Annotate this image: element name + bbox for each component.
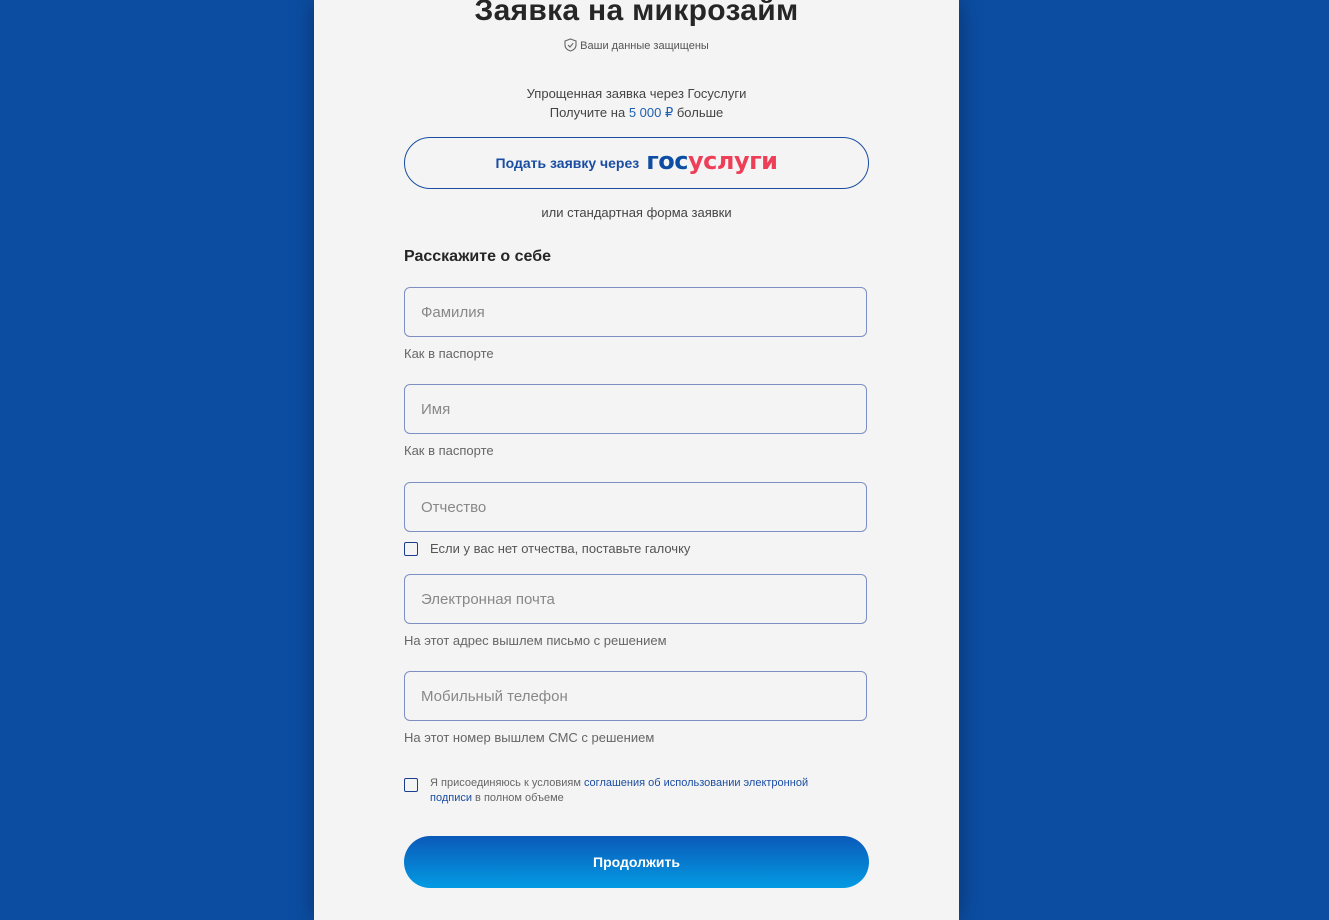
- surname-field[interactable]: [404, 287, 867, 337]
- promo-line-2: Получите на 5 000 ₽ больше: [314, 103, 959, 122]
- gosuslugi-apply-button[interactable]: Подать заявку через госуслуги: [404, 137, 869, 189]
- continue-button-label: Продолжить: [593, 854, 680, 870]
- email-hint: На этот адрес вышлем письмо с решением: [404, 633, 667, 648]
- secure-note: Ваши данные защищены: [314, 38, 959, 57]
- or-standard-form-text: или стандартная форма заявки: [541, 205, 732, 220]
- promo-text: Упрощенная заявка через Госуслуги Получи…: [314, 84, 959, 122]
- no-patronymic-label: Если у вас нет отчества, поставьте галоч…: [430, 541, 691, 556]
- agreement-suffix: в полном объеме: [472, 792, 564, 804]
- section-title: Расскажите о себе: [404, 248, 552, 265]
- email-field[interactable]: [404, 574, 867, 624]
- application-card: Заявка на микрозайм Ваши данные защищены…: [314, 0, 959, 920]
- surname-hint: Как в паспорте: [404, 346, 494, 361]
- shield-check-icon: [564, 38, 577, 57]
- surname-input[interactable]: [405, 288, 866, 336]
- phone-field[interactable]: [404, 671, 867, 721]
- gosuslugi-logo: госуслуги: [646, 147, 778, 175]
- gosuslugi-button-label: Подать заявку через: [495, 155, 640, 171]
- email-input[interactable]: [405, 575, 866, 623]
- page-title: Заявка на микрозайм: [474, 0, 799, 27]
- phone-input[interactable]: [405, 672, 866, 720]
- patronymic-field[interactable]: [404, 482, 867, 532]
- gosuslugi-logo-part-2: услуги: [688, 147, 778, 175]
- promo-suffix: больше: [673, 105, 724, 120]
- name-field[interactable]: [404, 384, 867, 434]
- continue-button[interactable]: Продолжить: [404, 836, 869, 888]
- no-patronymic-checkbox[interactable]: [404, 542, 418, 556]
- promo-line-1: Упрощенная заявка через Госуслуги: [526, 86, 747, 101]
- gosuslugi-logo-part-1: гос: [646, 147, 688, 175]
- name-input[interactable]: [405, 385, 866, 433]
- name-hint: Как в паспорте: [404, 443, 494, 458]
- agreement-checkbox[interactable]: [404, 778, 418, 792]
- agreement-prefix: Я присоединяюсь к условиям: [430, 777, 584, 789]
- patronymic-input[interactable]: [405, 483, 866, 531]
- phone-hint: На этот номер вышлем СМС с решением: [404, 730, 655, 745]
- promo-prefix: Получите на: [549, 105, 629, 120]
- agreement-text: Я присоединяюсь к условиям соглашения об…: [430, 776, 850, 806]
- secure-note-text: Ваши данные защищены: [580, 40, 709, 52]
- promo-amount: 5 000 ₽: [628, 105, 674, 120]
